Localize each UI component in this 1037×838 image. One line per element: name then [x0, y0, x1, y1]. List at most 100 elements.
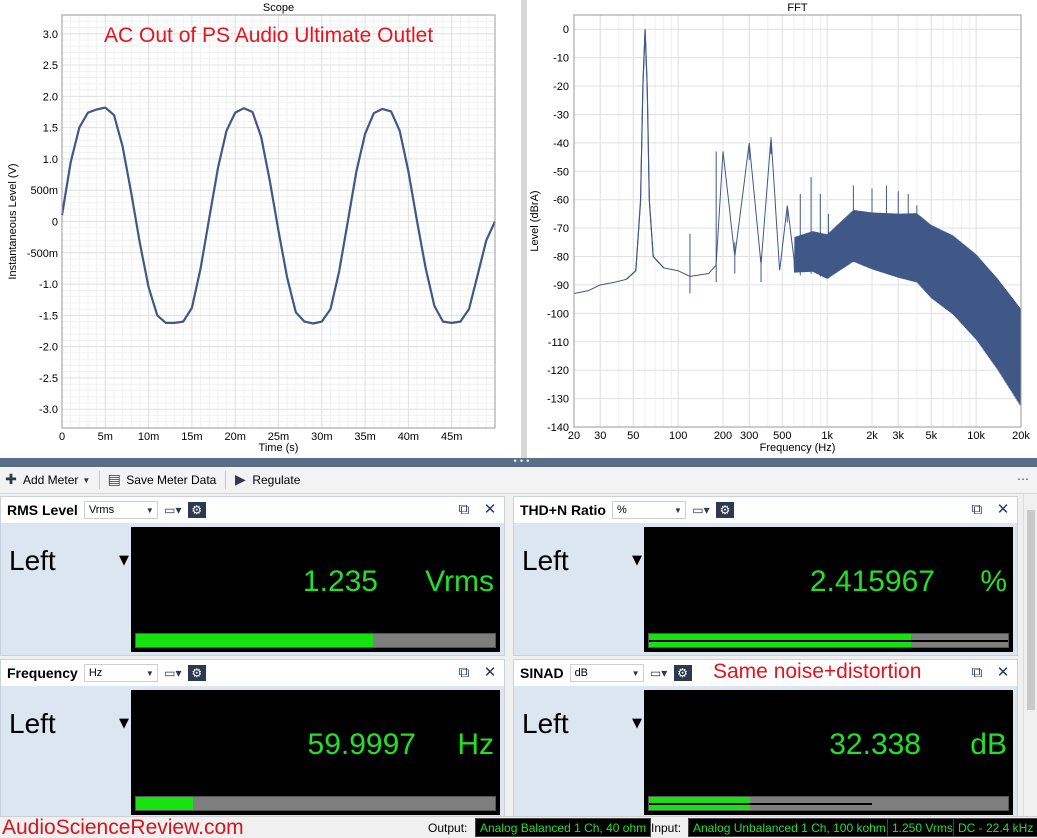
add-meter-button[interactable]: ✚ Add Meter ▼ [0, 469, 96, 491]
meter-header: RMS Level Vrms ▼ ▭▾ ⚙ ⧉ ✕ [1, 497, 504, 523]
scope-y-tick: -1.5 [39, 310, 58, 322]
scope-x-tick: 40m [398, 431, 419, 443]
scope-x-tick: 10m [138, 431, 159, 443]
channel-dropdown-icon[interactable]: ▼ [632, 553, 642, 568]
pop-out-icon[interactable]: ⧉ [969, 501, 985, 517]
play-icon: ▶ [234, 472, 246, 488]
fft-chart: FFT 20 30 50 100 200 300 500 1k 2k 3k 5k 10k 20k 0 -10 -… [529, 2, 1030, 454]
chevron-down-icon: ▼ [631, 668, 640, 678]
meter-bar-fill [136, 634, 373, 647]
fft-x-tick: 50 [627, 430, 639, 442]
meter-graph-icon[interactable]: ▭▾ [648, 664, 670, 682]
scope-y-tick: -500m [27, 248, 58, 260]
scope-x-tick: 5m [98, 431, 113, 443]
toolbar-separator [99, 471, 101, 489]
close-icon[interactable]: ✕ [482, 501, 498, 517]
close-icon[interactable]: ✕ [995, 664, 1011, 680]
fft-x-tick: 300 [740, 430, 758, 442]
unit-select[interactable]: dB ▼ [569, 664, 644, 682]
meter-value: 32.338 [829, 728, 921, 761]
save-meter-data-button[interactable]: ▤ Save Meter Data [103, 469, 222, 491]
fft-y-tick: -50 [553, 166, 569, 178]
meter-display: 1.235 Vrms [131, 527, 500, 652]
fft-x-tick: 200 [714, 430, 732, 442]
meter-window-controls: ⧉ ✕ [969, 501, 1011, 517]
scope-y-tick: -3.0 [39, 404, 58, 416]
scope-x-tick: 20m [224, 431, 245, 443]
chevron-down-icon: ▼ [145, 505, 154, 515]
fft-graph-panel[interactable]: FFT 20 30 50 100 200 300 500 1k 2k 3k 5k 10k 20k 0 -10 -… [527, 0, 1037, 458]
scope-y-tick: -1.0 [39, 279, 58, 291]
input-level[interactable]: 1.250 Vrms [887, 818, 958, 837]
fft-x-tick: 20 [568, 430, 580, 442]
channel-label[interactable]: Left [9, 545, 56, 577]
channel-label[interactable]: Left [522, 545, 569, 577]
fft-y-label: Level (dBrA) [529, 190, 541, 251]
fft-y-tick: -70 [553, 223, 569, 235]
meter-unit: Vrms [425, 565, 494, 598]
scope-y-tick: 1.0 [43, 154, 58, 166]
gear-icon[interactable]: ⚙ [187, 502, 206, 518]
scope-y-tick: 2.5 [43, 60, 58, 72]
scope-x-tick: 45m [441, 431, 462, 443]
input-config[interactable]: Analog Unbalanced 1 Ch, 100 kohm [688, 818, 891, 837]
scope-y-tick: -2.5 [39, 373, 58, 385]
output-label: Output: [428, 821, 468, 835]
pop-out-icon[interactable]: ⧉ [456, 664, 472, 680]
fft-y-tick: -120 [547, 365, 569, 377]
bandwidth[interactable]: DC - 22.4 kHz [953, 818, 1037, 837]
channel-dropdown-icon[interactable]: ▼ [119, 553, 129, 568]
fft-y-tick: -10 [553, 53, 569, 65]
thd-n-ratio-meter: THD+N Ratio% ▼ ▭▾ ⚙ ⧉ ✕ Left ▼ 2.415967% [513, 496, 1018, 656]
panel-splitter[interactable]: ••• [0, 458, 1037, 467]
meter-graph-icon[interactable]: ▭▾ [162, 501, 184, 519]
chevron-down-icon: ▼ [82, 475, 91, 485]
scope-graph-panel[interactable]: Scope 0 5m 10m 15m 20m 25m 30m 35m 40m 45m 3.0 2.5 2.… [0, 0, 521, 458]
meter-value: 1.235 [302, 565, 378, 598]
pop-out-icon[interactable]: ⧉ [969, 664, 985, 680]
fft-x-tick: 1k [821, 430, 833, 442]
scope-y-tick: 500m [30, 185, 58, 197]
regulate-button[interactable]: ▶ Regulate [229, 469, 306, 491]
gear-icon[interactable]: ⚙ [187, 665, 206, 681]
meters-annotation: Same noise+distortion [713, 660, 922, 683]
meters-scrollbar[interactable] [1023, 494, 1037, 816]
fft-x-tick: 5k [925, 430, 937, 442]
gear-icon[interactable]: ⚙ [715, 502, 734, 518]
unit-select-value: Hz [88, 667, 103, 679]
fft-y-tick: -40 [553, 138, 569, 150]
channel-dropdown-icon[interactable]: ▼ [632, 716, 642, 731]
scope-x-tick: 30m [311, 431, 332, 443]
meter-bar-marker [649, 803, 872, 805]
meter-unit: % [980, 565, 1007, 598]
splitter-grip-icon[interactable]: ••• [512, 458, 532, 467]
scope-x-tick: 35m [354, 431, 375, 443]
meter-value: 2.415967 [809, 565, 935, 598]
meter-window-controls: ⧉ ✕ [456, 501, 498, 517]
meter-display: 2.415967% [644, 527, 1013, 652]
fft-x-tick: 3k [892, 430, 904, 442]
toolbar-options-icon[interactable]: ⋯ [1013, 472, 1033, 488]
scrollbar-thumb[interactable] [1027, 510, 1035, 710]
channel-label[interactable]: Left [9, 708, 56, 740]
channel-label[interactable]: Left [522, 708, 569, 740]
meter-graph-icon[interactable]: ▭▾ [690, 501, 712, 519]
pop-out-icon[interactable]: ⧉ [456, 501, 472, 517]
input-label: Input: [651, 821, 682, 835]
meter-header: THD+N Ratio% ▼ ▭▾ ⚙ ⧉ ✕ [514, 497, 1017, 523]
meter-bar [648, 633, 1009, 648]
unit-select[interactable]: % ▼ [611, 501, 686, 519]
close-icon[interactable]: ✕ [482, 664, 498, 680]
meter-graph-icon[interactable]: ▭▾ [162, 664, 184, 682]
scope-y-tick: 1.5 [43, 123, 58, 135]
scope-x-label: Time (s) [259, 442, 299, 454]
close-icon[interactable]: ✕ [995, 501, 1011, 517]
fft-x-tick: 10k [967, 430, 985, 442]
output-config[interactable]: Analog Balanced 1 Ch, 40 ohm [475, 818, 652, 837]
meter-header: Frequency Hz ▼ ▭▾ ⚙ ⧉ ✕ [1, 660, 504, 686]
gear-icon[interactable]: ⚙ [673, 665, 692, 681]
unit-select[interactable]: Vrms ▼ [83, 501, 158, 519]
unit-select[interactable]: Hz ▼ [83, 664, 158, 682]
scope-y-tick: 2.0 [43, 91, 58, 103]
channel-dropdown-icon[interactable]: ▼ [119, 716, 129, 731]
